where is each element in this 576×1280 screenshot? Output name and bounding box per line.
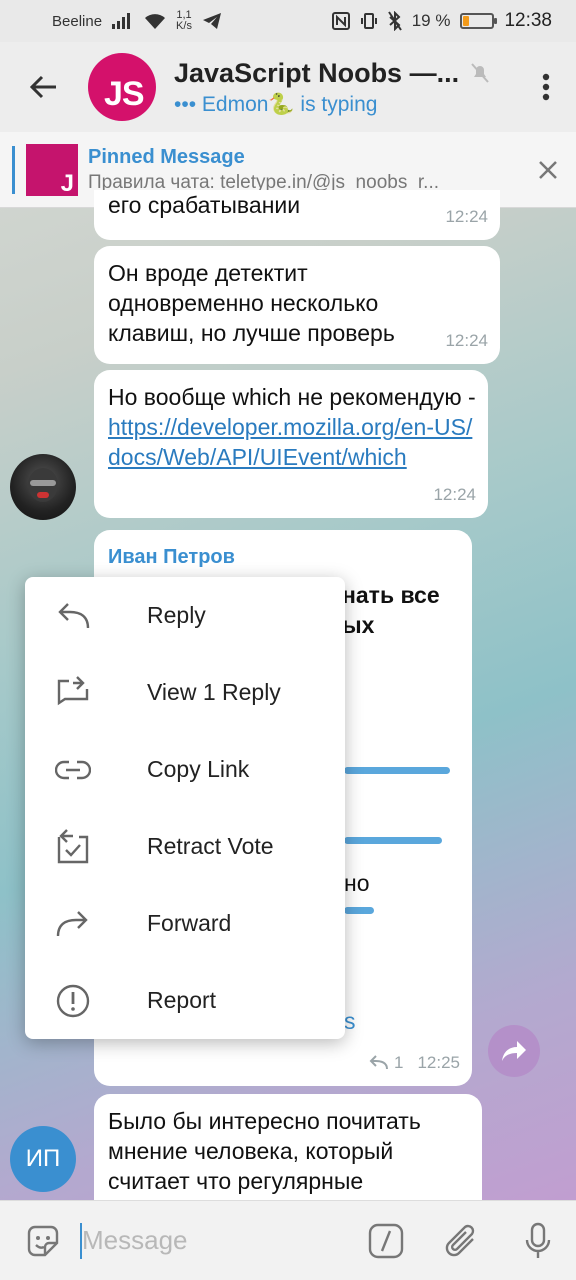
message-text: Он вроде детектит одновременно несколько… [108,260,395,346]
microphone-icon [525,1222,551,1258]
report-icon [51,979,95,1023]
menu-item-label: Forward [147,910,232,936]
poll-option-fragment: но [344,870,370,896]
chat-info[interactable]: JavaScript Noobs —... ••• Edmon🐍 is typi… [174,58,516,117]
message-time: 12:25 [417,1053,460,1072]
pinned-indicator [12,145,15,194]
poll-question-fragment: ых [342,612,375,638]
poll-result-bar [344,767,450,774]
more-options-button[interactable] [516,42,576,132]
bluetooth-icon [387,11,402,31]
paperclip-icon [445,1224,475,1256]
wifi-icon [145,14,166,29]
poll-result-bar [344,907,374,914]
message-text: его срабатывании [108,192,301,218]
muted-icon [471,63,489,83]
message-input[interactable]: Message [80,1222,348,1259]
chat-avatar[interactable]: JS [88,53,156,121]
arrow-left-icon [30,75,56,99]
nfc-icon [331,12,350,30]
share-button[interactable] [488,1025,540,1077]
menu-item-label: Retract Vote [147,833,274,859]
message-link[interactable]: https://developer.mozilla.org/en-US/docs… [108,414,472,470]
message-text: Было бы интересно почитать мнение челове… [108,1108,421,1194]
sender-name: Иван Петров [108,546,235,568]
message-bubble[interactable]: Но вообще which не рекомендую - https://… [94,370,488,518]
emoji-button[interactable] [0,1201,86,1280]
view-replies-icon [51,671,95,715]
retract-vote-icon [51,825,95,869]
close-pinned-button[interactable] [520,160,576,180]
slash-command-icon [368,1223,404,1258]
menu-item-retract-vote[interactable]: Retract Vote [25,808,345,885]
signal-icon [112,13,131,29]
network-speed: 1,1 K/s [176,9,192,32]
more-vertical-icon [542,73,550,101]
message-time: 12:24 [445,207,488,226]
message-bubble[interactable]: Он вроде детектит одновременно несколько… [94,246,500,364]
attach-button[interactable] [424,1201,500,1280]
message-context-menu: Reply View 1 Reply Copy Link Retract Vot… [25,577,345,1039]
menu-item-label: View 1 Reply [147,679,281,705]
voice-message-button[interactable] [500,1201,576,1280]
battery-percent: 19 % [411,11,451,30]
carrier-name: Beeline [52,12,103,30]
message-text: Но вообще which не рекомендую - [108,384,476,410]
reply-count[interactable]: 1 [394,1048,403,1078]
back-button[interactable] [0,42,88,132]
forward-icon [51,902,95,946]
avatar[interactable] [10,454,76,520]
vibrate-icon [360,13,377,29]
menu-item-reply[interactable]: Reply [25,577,345,654]
chat-title: JavaScript Noobs —... [174,57,460,88]
menu-item-label: Report [147,987,217,1013]
poll-question-fragment: нать все [342,582,440,608]
link-icon [51,748,95,792]
message-time: 12:24 [433,485,476,504]
pinned-title: Pinned Message [88,145,245,168]
sticker-icon [27,1225,59,1256]
message-input-bar: Message [0,1200,576,1280]
menu-item-copy-link[interactable]: Copy Link [25,731,345,808]
bot-commands-button[interactable] [348,1201,424,1280]
menu-item-label: Reply [147,602,206,628]
menu-item-label: Copy Link [147,756,250,782]
menu-item-report[interactable]: Report [25,962,345,1039]
clock: 12:38 [504,10,552,31]
poll-result-bar [344,837,442,844]
reply-count-icon [369,1055,388,1070]
status-bar: Beeline 1,1 K/s 19 % 12:38 [0,0,576,42]
pinned-thumbnail: J [26,143,78,196]
menu-item-view-replies[interactable]: View 1 Reply [25,654,345,731]
battery-icon [460,13,498,29]
close-icon [539,160,557,179]
message-bubble[interactable]: его срабатывании 12:24 [94,190,500,240]
telegram-icon [202,13,221,29]
avatar[interactable]: ИП [10,1126,76,1192]
typing-status: ••• Edmon🐍 is typing [174,92,378,116]
forward-arrow-icon [502,1041,526,1061]
reply-icon [51,594,95,638]
menu-item-forward[interactable]: Forward [25,885,345,962]
poll-votes-fragment: s [344,1008,356,1034]
message-time: 12:24 [445,331,488,350]
chat-header: JS JavaScript Noobs —... ••• Edmon🐍 is t… [0,42,576,132]
